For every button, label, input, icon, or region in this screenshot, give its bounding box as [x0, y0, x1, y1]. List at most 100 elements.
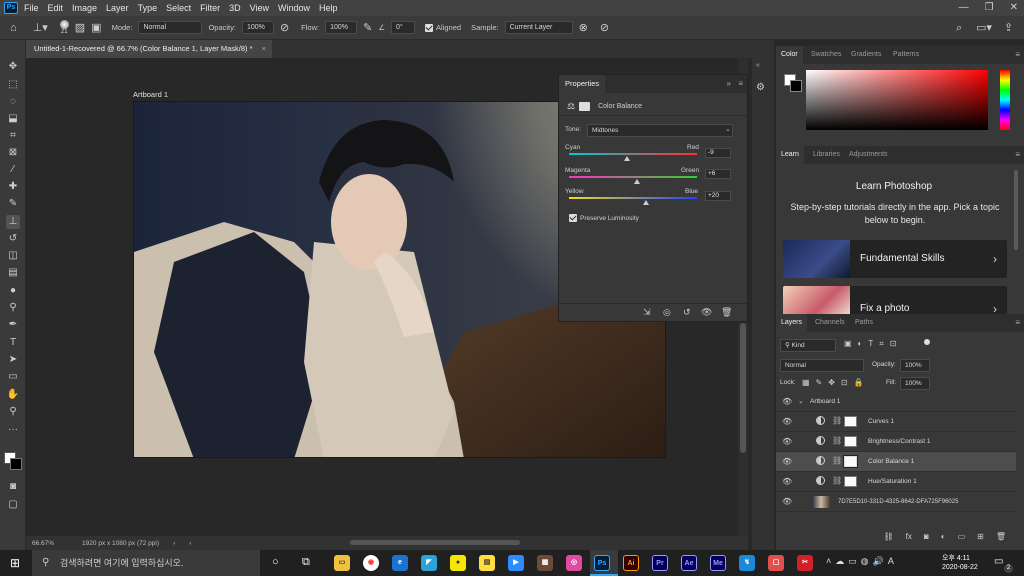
clone-stamp-tool-icon[interactable]: ⊥▾	[33, 22, 48, 34]
search-icon[interactable]: ⌕	[956, 22, 962, 34]
opacity-input[interactable]: 100%	[241, 21, 274, 34]
layer-image-thumbnail[interactable]	[812, 496, 830, 508]
document-info[interactable]: 1920 px x 1080 px (72 ppi)	[82, 540, 159, 547]
visibility-eye-icon[interactable]: 👁	[782, 497, 792, 506]
preserve-luminosity-checkbox[interactable]: Preserve Luminosity	[569, 214, 639, 222]
layer-opacity-input[interactable]: 100%	[900, 359, 930, 372]
app-icon[interactable]: ▦	[537, 555, 553, 571]
close-tab-icon[interactable]: ×	[262, 40, 266, 58]
zoom-level[interactable]: 66.67%	[32, 540, 54, 547]
edge-icon[interactable]: e	[392, 555, 408, 571]
tab-layers[interactable]: Layers	[776, 314, 808, 332]
hue-slider[interactable]	[1000, 70, 1010, 130]
menu-layer[interactable]: Layer	[106, 3, 129, 13]
hand-tool-icon[interactable]: ✋	[6, 388, 20, 402]
background-swatch[interactable]	[790, 80, 802, 92]
layer-mask-thumbnail[interactable]	[844, 416, 857, 427]
clone-source-icon[interactable]: ▣	[91, 22, 101, 34]
delete-layer-icon[interactable]: 🗑	[996, 532, 1006, 548]
visibility-eye-icon[interactable]: 👁	[782, 457, 792, 466]
screen-mode-icon[interactable]: ▢	[6, 498, 20, 512]
zoom-tool-icon[interactable]: ⚲	[6, 405, 20, 419]
clock-date[interactable]: 2020-08-22	[942, 564, 978, 571]
dodge-tool-icon[interactable]: ⚲	[6, 301, 20, 315]
aligned-checkbox[interactable]: Aligned	[425, 23, 461, 32]
menu-window[interactable]: Window	[278, 3, 310, 13]
cyan-red-slider[interactable]	[569, 153, 697, 155]
rectangle-tool-icon[interactable]: ▭	[6, 370, 20, 384]
zoom-icon[interactable]: ▶	[508, 555, 524, 571]
after-effects-icon[interactable]: Ae	[681, 555, 697, 571]
eyedropper-tool-icon[interactable]: ⁄	[6, 163, 20, 177]
layer-mask-thumbnail[interactable]	[844, 436, 857, 447]
chevron-down-icon[interactable]: ⌄	[798, 397, 804, 405]
tab-swatches[interactable]: Swatches	[806, 46, 846, 64]
learn-card-fix-a-photo[interactable]: Fix a photo ›	[783, 286, 1007, 316]
tab-paths[interactable]: Paths	[850, 314, 878, 332]
yellow-blue-slider-thumb[interactable]	[642, 200, 649, 205]
tab-channels[interactable]: Channels	[810, 314, 850, 332]
clone-stamp-tool-icon[interactable]: ⊥	[6, 215, 20, 229]
new-adjustment-icon[interactable]: ◐	[941, 532, 946, 548]
tab-color[interactable]: Color	[776, 46, 803, 64]
status-menu-chevron-icon[interactable]: ›	[173, 540, 175, 547]
layer-style-fx-icon[interactable]: fx	[906, 532, 912, 548]
filter-toggle-icon[interactable]	[924, 339, 930, 345]
vertical-scroll-thumb[interactable]	[740, 323, 746, 453]
sample-select[interactable]: Current Layer	[504, 21, 573, 34]
share-icon[interactable]: ⇪	[1004, 22, 1013, 34]
view-previous-state-icon[interactable]: ◎	[663, 307, 671, 318]
restore-icon[interactable]: ❐	[985, 2, 994, 13]
ignore-adjustment-layers-icon[interactable]: ⊗	[579, 22, 588, 34]
clip-to-layer-icon[interactable]: ⇲	[643, 307, 651, 318]
layer-filter-icons[interactable]: ▣◐T⌗⊡	[844, 339, 903, 349]
link-chain-icon[interactable]: ⛓	[832, 456, 842, 465]
document-tab[interactable]: Untitled-1-Recovered @ 66.7% (Color Bala…	[26, 40, 272, 58]
premiere-icon[interactable]: Pr	[652, 555, 668, 571]
menu-edit[interactable]: Edit	[48, 3, 64, 13]
toggle-brush-settings-icon[interactable]: ▨	[75, 22, 85, 34]
pen-tool-icon[interactable]: ✒	[6, 318, 20, 332]
illustrator-icon[interactable]: Ai	[623, 555, 639, 571]
layer-row-hue-saturation[interactable]: 👁 ⛓ Hue/Saturation 1	[776, 472, 1016, 492]
menu-view[interactable]: View	[250, 3, 269, 13]
layer-row-color-balance[interactable]: 👁 ⛓ Color Balance 1	[776, 452, 1016, 472]
workspace-icon[interactable]: ▭▾	[976, 22, 992, 34]
blur-tool-icon[interactable]: ●	[6, 284, 20, 298]
media-encoder-icon[interactable]: Me	[710, 555, 726, 571]
vpn-bird-icon[interactable]: ◤	[421, 555, 437, 571]
move-tool-icon[interactable]: ✥	[6, 60, 20, 74]
path-selection-tool-icon[interactable]: ➤	[6, 353, 20, 367]
tab-gradients[interactable]: Gradients	[846, 46, 886, 64]
properties-panel-icon[interactable]: ⚙	[756, 82, 765, 93]
tab-properties[interactable]: Properties	[559, 75, 606, 93]
lock-icons[interactable]: ▦✎✥⊡🔒	[802, 378, 870, 387]
mode-select[interactable]: Normal	[138, 21, 203, 34]
scroll-left-icon[interactable]: ‹	[189, 540, 191, 547]
layer-row-brightness-contrast[interactable]: 👁 ⛓ Brightness/Contrast 1	[776, 432, 1016, 452]
visibility-eye-icon[interactable]: 👁	[782, 437, 792, 446]
menu-filter[interactable]: Filter	[200, 3, 220, 13]
task-view-icon[interactable]: ⧉	[302, 556, 310, 569]
layer-filter-select[interactable]: ⚲ Kind	[780, 339, 836, 352]
airbrush-icon[interactable]: ✎	[363, 22, 372, 34]
layer-row-artboard[interactable]: 👁 ⌄ Artboard 1	[776, 392, 1016, 412]
clock-time[interactable]: 오후 4:11	[942, 553, 970, 563]
app-icon[interactable]: ▢	[768, 555, 784, 571]
angle-icon[interactable]: ∠	[378, 23, 385, 32]
taskbar-search-box[interactable]: ⚲ 검색하려면 여기에 입력하십시오.	[32, 550, 260, 576]
tab-patterns[interactable]: Patterns	[888, 46, 924, 64]
fill-input[interactable]: 100%	[900, 377, 930, 390]
menu-type[interactable]: Type	[138, 3, 158, 13]
history-brush-tool-icon[interactable]: ↺	[6, 232, 20, 246]
crop-tool-icon[interactable]: ⌗	[6, 129, 20, 143]
pressure-size-icon[interactable]: ⊘	[600, 22, 609, 34]
eraser-tool-icon[interactable]: ◫	[6, 249, 20, 263]
expand-panels-icon[interactable]: «	[756, 62, 760, 69]
app-icon[interactable]: ✂	[797, 555, 813, 571]
visibility-eye-icon[interactable]: 👁	[782, 397, 792, 406]
notification-icon[interactable]: ▭	[994, 556, 1003, 567]
cyan-red-value[interactable]: -9	[705, 148, 731, 158]
collapse-panel-icon[interactable]: »	[727, 79, 731, 88]
new-layer-icon[interactable]: ⊞	[977, 532, 984, 548]
